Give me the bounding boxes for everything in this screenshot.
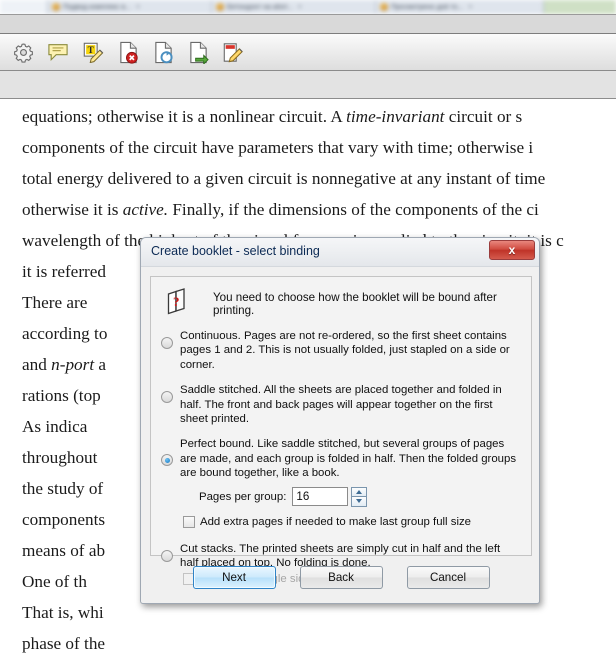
document-line: total energy delivered to a given circui… — [22, 169, 546, 188]
delete-page-icon[interactable] — [116, 40, 140, 64]
document-line: components of the circuit have parameter… — [22, 138, 534, 157]
radio-label-saddle-stitched: Saddle stitched. All the sheets are plac… — [180, 384, 502, 426]
booklet-question-icon: ? — [163, 286, 191, 318]
close-icon: x — [508, 243, 516, 257]
dialog-options-panel: ? You need to choose how the booklet wil… — [150, 276, 532, 586]
add-extra-pages-label: Add extra pages if needed to make last g… — [200, 515, 472, 528]
browser-tab[interactable]: Просмотрено дой то... × — [376, 0, 544, 14]
document-line: phase of the attained fro — [22, 634, 616, 653]
pdf-toolbar: T — [0, 34, 616, 71]
dialog-button-row: Next Back Cancel — [141, 566, 539, 589]
browser-tab[interactable] — [544, 0, 616, 14]
comment-bubble-icon[interactable] — [46, 40, 70, 64]
stepper-down-button[interactable] — [351, 496, 368, 507]
radio-label-continuous: Continuous. Pages are not re-ordered, so… — [180, 330, 510, 371]
close-icon[interactable]: × — [136, 4, 140, 11]
browser-tab[interactable]: × — [0, 0, 48, 14]
pages-per-group-stepper — [351, 486, 368, 507]
screen: × Подвод комплекс в... × Бетондонт на аб… — [0, 0, 616, 664]
add-extra-pages-checkbox-row[interactable]: Add extra pages if needed to make last g… — [183, 515, 531, 528]
radio-indicator — [161, 337, 173, 349]
radio-option-saddle-stitched[interactable]: Saddle stitched. All the sheets are plac… — [151, 383, 531, 426]
radio-input-cut-stacks[interactable] — [161, 549, 173, 562]
document-line: The subje , namely, a — [22, 659, 616, 664]
dialog-title: Create booklet - select binding — [151, 244, 320, 258]
radio-label-perfect-bound: Perfect bound. Like saddle stitched, but… — [180, 438, 517, 480]
text-annotate-icon[interactable]: T — [81, 40, 105, 64]
radio-option-perfect-bound[interactable]: Perfect bound. Like saddle stitched, but… — [151, 437, 531, 480]
radio-indicator — [161, 391, 173, 404]
edit-document-icon[interactable] — [221, 40, 245, 64]
pages-per-group-row: Pages per group: 16 — [199, 486, 531, 507]
radio-indicator — [161, 549, 173, 562]
close-icon[interactable]: × — [298, 4, 302, 11]
document-line: equations; otherwise it is a nonlinear c… — [22, 107, 523, 126]
browser-tab-title: Бетондонт на абот... — [227, 3, 293, 11]
radio-input-saddle-stitched[interactable] — [161, 391, 173, 404]
next-button[interactable]: Next — [192, 566, 276, 589]
browser-tab-title: Просмотрено дой то... — [391, 3, 464, 11]
dialog-titlebar[interactable]: Create booklet - select binding x — [141, 238, 539, 267]
pages-per-group-label: Pages per group: — [199, 490, 287, 503]
browser-tab[interactable]: Подвод комплекс в... × — [48, 0, 212, 14]
rotate-page-icon[interactable] — [151, 40, 175, 64]
app-secondary-bar — [0, 71, 616, 99]
stepper-up-button[interactable] — [351, 486, 368, 497]
browser-tab-strip: × Подвод комплекс в... × Бетондонт на аб… — [0, 0, 616, 14]
add-extra-pages-checkbox[interactable] — [183, 515, 195, 528]
export-page-icon[interactable] — [186, 40, 210, 64]
dialog-instruction-text: You need to choose how the booklet will … — [213, 291, 497, 317]
chevron-down-icon — [356, 499, 363, 504]
svg-text:T: T — [88, 45, 94, 55]
browser-tab-title: Подвод комплекс в... — [63, 3, 132, 11]
radio-indicator-selected — [161, 454, 173, 467]
close-button[interactable]: x — [489, 240, 535, 260]
close-icon[interactable]: × — [468, 4, 472, 11]
app-menubar-area — [0, 14, 616, 34]
radio-option-continuous[interactable]: Continuous. Pages are not re-ordered, so… — [151, 329, 531, 372]
cancel-button[interactable]: Cancel — [406, 566, 490, 589]
document-line: otherwise it is active. Finally, if the … — [22, 200, 539, 219]
browser-tab[interactable]: Бетондонт на абот... × — [212, 0, 376, 14]
chevron-up-icon — [356, 489, 363, 494]
globe-icon — [216, 3, 224, 11]
create-booklet-dialog: Create booklet - select binding x ? You … — [140, 237, 540, 604]
dialog-header-row: ? You need to choose how the booklet wil… — [151, 277, 531, 318]
settings-gear-icon[interactable] — [11, 40, 35, 64]
radio-input-continuous[interactable] — [161, 337, 173, 349]
globe-icon — [52, 3, 60, 11]
svg-text:?: ? — [173, 294, 180, 309]
globe-icon — [380, 3, 388, 11]
radio-input-perfect-bound[interactable] — [161, 454, 173, 467]
back-button[interactable]: Back — [299, 566, 383, 589]
pages-per-group-input[interactable]: 16 — [292, 487, 349, 507]
